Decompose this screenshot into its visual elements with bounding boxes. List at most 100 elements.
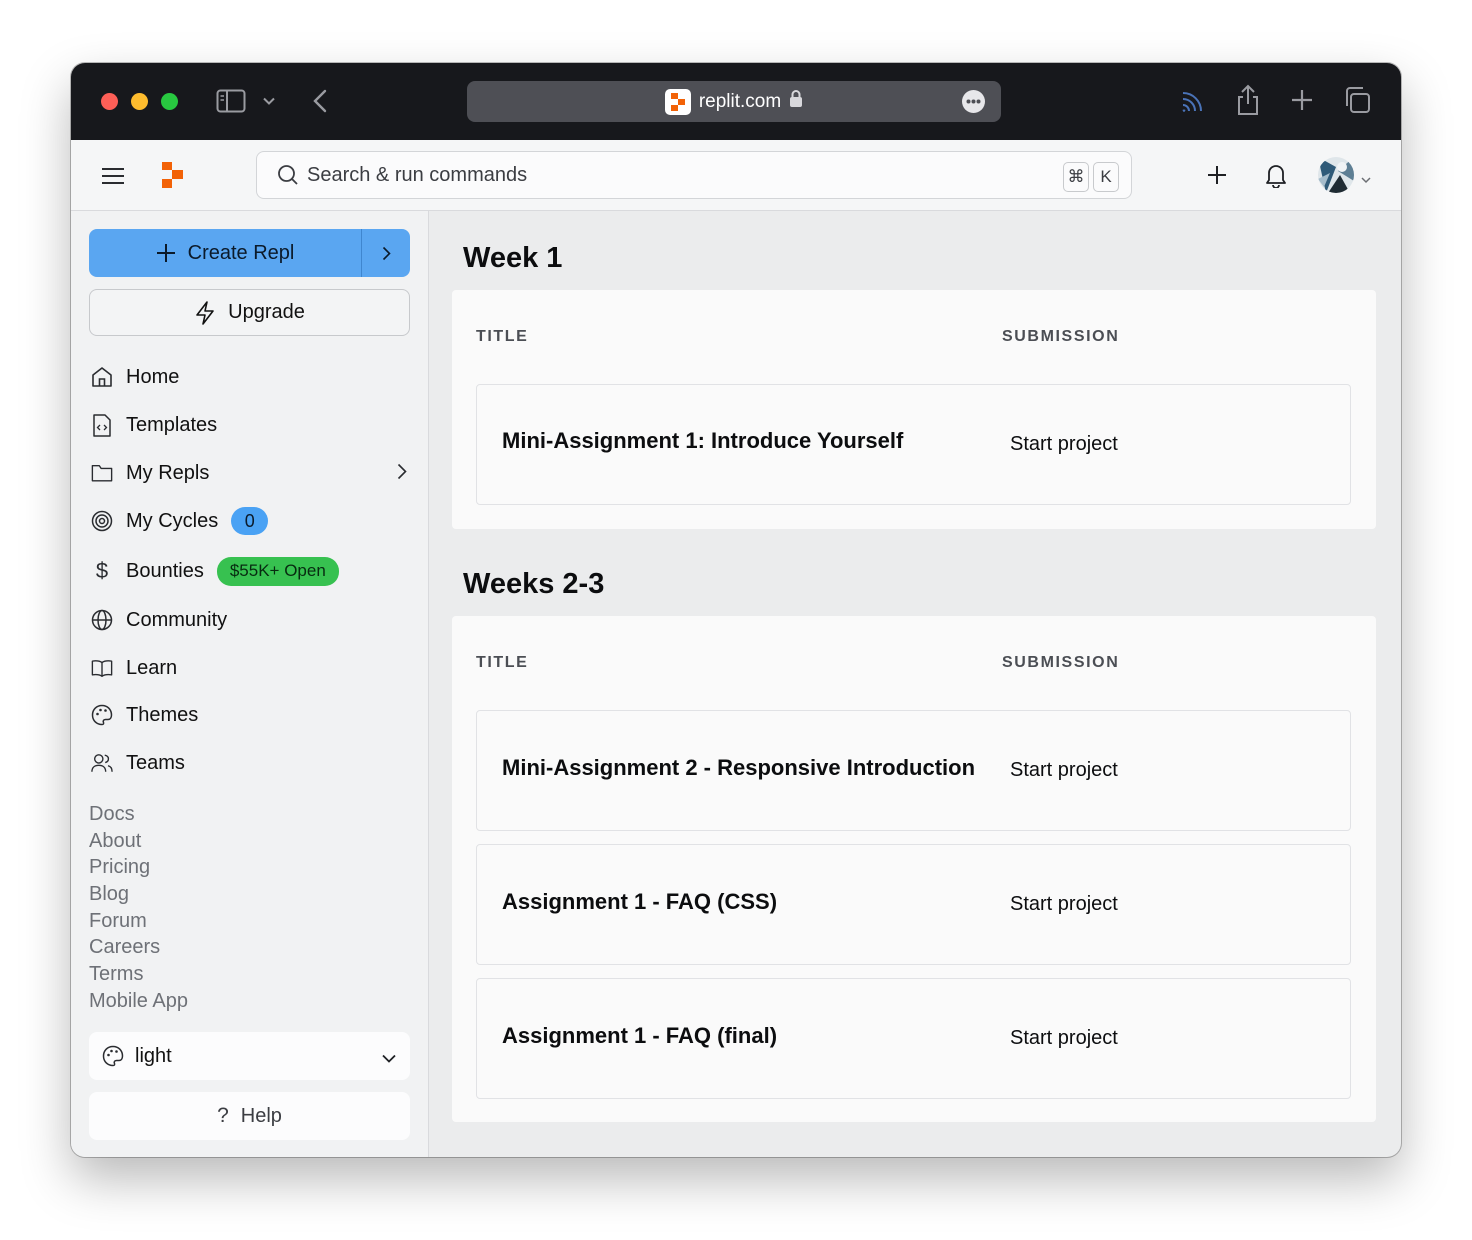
column-header-title: TITLE xyxy=(476,328,529,345)
assignment-title: Assignment 1 - FAQ (final) xyxy=(502,1023,778,1048)
sidebar-item-themes[interactable]: Themes xyxy=(91,695,198,735)
upgrade-label: Upgrade xyxy=(228,301,305,323)
table-row[interactable]: Mini-Assignment 1: Introduce Yourself St… xyxy=(476,384,1351,505)
maximize-window-button[interactable] xyxy=(161,93,178,110)
theme-select[interactable]: light xyxy=(89,1032,410,1080)
footer-link-mobile-app[interactable]: Mobile App xyxy=(89,988,188,1015)
sidebar-item-community[interactable]: Community xyxy=(91,600,227,640)
main-content: Week 1 TITLE SUBMISSION Mini-Assignment … xyxy=(429,211,1401,1157)
book-icon xyxy=(91,657,113,679)
replit-logo-icon[interactable] xyxy=(160,160,186,195)
assignment-title: Assignment 1 - FAQ (CSS) xyxy=(502,889,778,914)
create-repl-button[interactable]: Create Repl xyxy=(89,229,410,277)
share-icon[interactable] xyxy=(1235,83,1261,117)
sidebar-item-teams[interactable]: Teams xyxy=(91,743,185,783)
create-plus-icon[interactable] xyxy=(1206,164,1228,191)
address-bar[interactable]: replit.com xyxy=(467,81,1001,122)
replit-favicon-icon xyxy=(664,88,691,115)
sidebar: Create Repl Upgrade Home Templates My Re… xyxy=(71,211,429,1157)
template-file-icon xyxy=(91,413,113,437)
palette-icon xyxy=(102,1045,124,1067)
help-button[interactable]: ? Help xyxy=(89,1092,410,1140)
footer-link-about[interactable]: About xyxy=(89,828,188,855)
column-header-submission: SUBMISSION xyxy=(1002,654,1120,671)
help-label: Help xyxy=(240,1104,282,1127)
lightning-icon xyxy=(194,300,216,325)
sidebar-item-my-cycles[interactable]: My Cycles 0 xyxy=(91,501,269,541)
sidebar-item-label: Teams xyxy=(126,751,185,774)
close-window-button[interactable] xyxy=(101,93,118,110)
create-repl-main[interactable]: Create Repl xyxy=(89,229,361,277)
sidebar-item-templates[interactable]: Templates xyxy=(91,405,217,445)
app-header: Search & run commands ⌘ K xyxy=(71,140,1401,211)
table-row[interactable]: Mini-Assignment 2 - Responsive Introduct… xyxy=(476,710,1351,831)
home-icon xyxy=(91,366,113,388)
minimize-window-button[interactable] xyxy=(131,93,148,110)
create-repl-options-button[interactable] xyxy=(361,229,410,277)
sidebar-item-label: Home xyxy=(126,365,180,388)
footer-link-blog[interactable]: Blog xyxy=(89,881,188,908)
section-title: Week 1 xyxy=(463,242,563,274)
column-header-submission: SUBMISSION xyxy=(1002,328,1120,345)
section-title: Weeks 2-3 xyxy=(463,568,605,600)
new-tab-icon[interactable] xyxy=(1290,88,1314,112)
upgrade-button[interactable]: Upgrade xyxy=(89,289,410,336)
cycles-spiral-icon xyxy=(91,510,113,532)
search-placeholder: Search & run commands xyxy=(307,163,528,186)
cycles-count-badge: 0 xyxy=(231,507,269,535)
start-project-link[interactable]: Start project xyxy=(1010,1027,1118,1050)
sidebar-item-label: Learn xyxy=(126,656,178,679)
question-mark-icon: ? xyxy=(217,1104,229,1127)
assignment-title: Mini-Assignment 2 - Responsive Introduct… xyxy=(502,755,976,780)
avatar[interactable] xyxy=(1318,157,1354,193)
cast-icon[interactable] xyxy=(1179,87,1207,115)
sidebar-item-label: Themes xyxy=(126,703,199,726)
sidebar-item-label: Community xyxy=(126,608,228,631)
column-header-title: TITLE xyxy=(476,654,529,671)
back-icon[interactable] xyxy=(309,87,331,115)
url-text: replit.com xyxy=(698,90,782,112)
chevron-right-icon xyxy=(382,246,391,261)
sidebar-item-my-repls[interactable]: My Repls xyxy=(91,453,209,493)
sidebar-item-label: Templates xyxy=(126,413,218,436)
assignment-title: Mini-Assignment 1: Introduce Yourself xyxy=(502,428,904,453)
chevron-down-icon xyxy=(382,1046,396,1069)
chevron-right-icon[interactable] xyxy=(397,463,407,485)
theme-select-value: light xyxy=(135,1044,172,1067)
dollar-icon: $ xyxy=(95,558,109,583)
sidebar-item-home[interactable]: Home xyxy=(91,357,179,397)
table-row[interactable]: Assignment 1 - FAQ (final) Start project xyxy=(476,978,1351,1099)
start-project-link[interactable]: Start project xyxy=(1010,893,1118,916)
lock-icon xyxy=(789,89,803,114)
sidebar-toggle-icon[interactable] xyxy=(215,88,247,114)
table-row[interactable]: Assignment 1 - FAQ (CSS) Start project xyxy=(476,844,1351,965)
sidebar-item-learn[interactable]: Learn xyxy=(91,648,177,688)
more-options-icon[interactable] xyxy=(962,90,985,113)
browser-toolbar: replit.com xyxy=(71,63,1401,140)
notifications-bell-icon[interactable] xyxy=(1265,162,1287,193)
search-bar[interactable]: Search & run commands ⌘ K xyxy=(256,151,1132,199)
start-project-link[interactable]: Start project xyxy=(1010,433,1118,456)
shortcut-cmd-key: ⌘ xyxy=(1063,162,1089,192)
sidebar-item-bounties[interactable]: $ Bounties $55K+ Open xyxy=(91,551,339,591)
sidebar-item-label: Bounties xyxy=(126,559,204,582)
start-project-link[interactable]: Start project xyxy=(1010,759,1118,782)
tab-overview-icon[interactable] xyxy=(1343,86,1371,114)
footer-link-forum[interactable]: Forum xyxy=(89,908,188,935)
chevron-down-icon[interactable] xyxy=(1361,171,1371,189)
footer-link-careers[interactable]: Careers xyxy=(89,934,188,961)
footer-link-terms[interactable]: Terms xyxy=(89,961,188,988)
hamburger-menu-icon[interactable] xyxy=(101,167,125,190)
shortcut-k-key: K xyxy=(1093,162,1119,192)
footer-links: Docs About Pricing Blog Forum Careers Te… xyxy=(89,801,188,1015)
browser-window: replit.com Search & run commands ⌘ K Cre… xyxy=(71,63,1401,1157)
footer-link-docs[interactable]: Docs xyxy=(89,801,188,828)
chevron-down-icon[interactable] xyxy=(261,94,277,108)
globe-icon xyxy=(91,609,113,631)
sidebar-item-label: My Repls xyxy=(126,461,210,484)
plus-icon xyxy=(156,243,176,263)
assignment-table: TITLE SUBMISSION Mini-Assignment 2 - Res… xyxy=(452,616,1376,1122)
users-icon xyxy=(91,752,113,774)
footer-link-pricing[interactable]: Pricing xyxy=(89,854,188,881)
create-repl-label: Create Repl xyxy=(187,241,295,264)
